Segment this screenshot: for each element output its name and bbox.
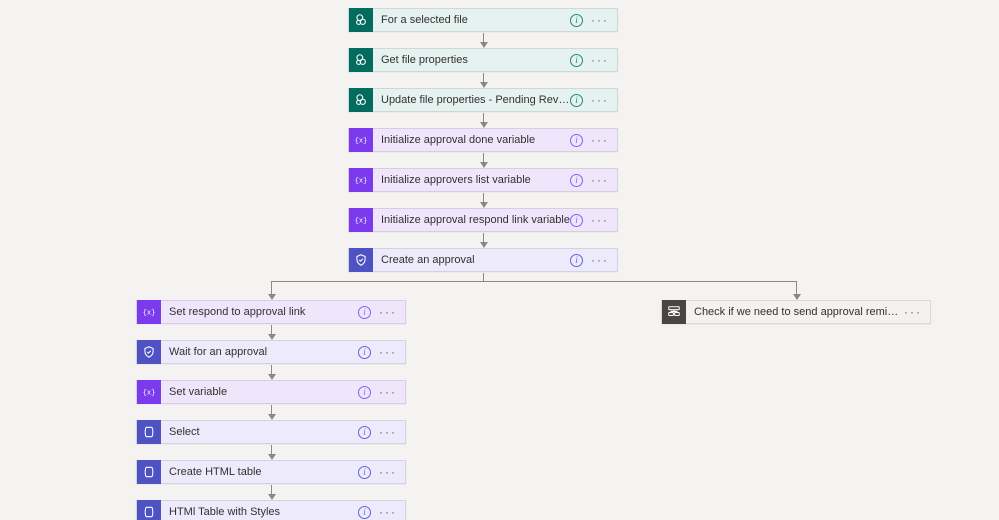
more-button[interactable]: ···: [591, 174, 609, 186]
info-icon[interactable]: i: [358, 386, 371, 399]
sharepoint-icon: [349, 8, 373, 32]
step-update-file-properties[interactable]: Update file properties - Pending Review …: [348, 88, 618, 112]
connector-arrow: [271, 365, 272, 375]
info-icon[interactable]: i: [570, 14, 583, 27]
connector-arrow: [483, 153, 484, 163]
dataops-icon: [137, 420, 161, 444]
more-button[interactable]: ···: [379, 426, 397, 438]
dataops-icon: [137, 460, 161, 484]
connector-arrow: [271, 325, 272, 335]
step-title: Wait for an approval: [161, 346, 358, 358]
step-create-an-approval[interactable]: Create an approval i ···: [348, 248, 618, 272]
step-title: Initialize approval respond link variabl…: [373, 214, 570, 226]
step-title: Initialize approval done variable: [373, 134, 570, 146]
connector-arrow: [796, 281, 797, 295]
more-button[interactable]: ···: [591, 14, 609, 26]
connector-arrow: [483, 233, 484, 243]
svg-text:{x}: {x}: [143, 309, 156, 317]
sharepoint-icon: [349, 48, 373, 72]
info-icon[interactable]: i: [358, 426, 371, 439]
variable-icon: {x}: [349, 168, 373, 192]
more-button[interactable]: ···: [591, 54, 609, 66]
more-button[interactable]: ···: [379, 466, 397, 478]
variable-icon: {x}: [137, 380, 161, 404]
info-icon[interactable]: i: [358, 346, 371, 359]
step-get-file-properties[interactable]: Get file properties i ···: [348, 48, 618, 72]
svg-text:{x}: {x}: [355, 217, 368, 225]
more-button[interactable]: ···: [591, 254, 609, 266]
step-create-html-table[interactable]: Create HTML table i ···: [136, 460, 406, 484]
info-icon[interactable]: i: [570, 54, 583, 67]
step-title: Set variable: [161, 386, 358, 398]
connector-arrow: [483, 113, 484, 123]
sharepoint-icon: [349, 88, 373, 112]
approvals-icon: [349, 248, 373, 272]
step-title: Check if we need to send approval remind…: [686, 306, 904, 318]
connector-arrow: [271, 445, 272, 455]
info-icon[interactable]: i: [570, 174, 583, 187]
approvals-icon: [137, 340, 161, 364]
info-icon[interactable]: i: [358, 466, 371, 479]
condition-icon: [662, 300, 686, 324]
step-html-table-with-styles[interactable]: HTMl Table with Styles i ···: [136, 500, 406, 520]
step-check-send-approval-reminders[interactable]: Check if we need to send approval remind…: [661, 300, 931, 324]
more-button[interactable]: ···: [379, 306, 397, 318]
svg-text:{x}: {x}: [355, 177, 368, 185]
svg-text:{x}: {x}: [143, 389, 156, 397]
more-button[interactable]: ···: [591, 214, 609, 226]
connector-arrow: [271, 405, 272, 415]
connector-line: [271, 281, 796, 282]
connector-arrow: [483, 33, 484, 43]
connector-arrow: [271, 281, 272, 295]
more-button[interactable]: ···: [591, 94, 609, 106]
more-button[interactable]: ···: [591, 134, 609, 146]
step-select[interactable]: Select i ···: [136, 420, 406, 444]
step-set-variable[interactable]: {x} Set variable i ···: [136, 380, 406, 404]
variable-icon: {x}: [137, 300, 161, 324]
step-title: HTMl Table with Styles: [161, 506, 358, 518]
more-button[interactable]: ···: [379, 506, 397, 518]
step-for-a-selected-file[interactable]: For a selected file i ···: [348, 8, 618, 32]
info-icon[interactable]: i: [570, 254, 583, 267]
step-initialize-approvers-list-variable[interactable]: {x} Initialize approvers list variable i…: [348, 168, 618, 192]
step-title: Initialize approvers list variable: [373, 174, 570, 186]
info-icon[interactable]: i: [570, 134, 583, 147]
more-button[interactable]: ···: [904, 306, 922, 318]
more-button[interactable]: ···: [379, 386, 397, 398]
step-title: Get file properties: [373, 54, 570, 66]
connector-arrow: [271, 485, 272, 495]
more-button[interactable]: ···: [379, 346, 397, 358]
step-title: Update file properties - Pending Review: [373, 94, 570, 106]
step-title: Create HTML table: [161, 466, 358, 478]
flow-canvas[interactable]: For a selected file i ··· Get file prope…: [0, 0, 999, 520]
info-icon[interactable]: i: [358, 506, 371, 519]
step-wait-for-an-approval[interactable]: Wait for an approval i ···: [136, 340, 406, 364]
step-title: Select: [161, 426, 358, 438]
step-set-respond-to-approval-link[interactable]: {x} Set respond to approval link i ···: [136, 300, 406, 324]
variable-icon: {x}: [349, 128, 373, 152]
info-icon[interactable]: i: [358, 306, 371, 319]
connector-arrow: [483, 73, 484, 83]
info-icon[interactable]: i: [570, 214, 583, 227]
step-title: Set respond to approval link: [161, 306, 358, 318]
step-initialize-approval-done-variable[interactable]: {x} Initialize approval done variable i …: [348, 128, 618, 152]
step-initialize-approval-respond-link-variable[interactable]: {x} Initialize approval respond link var…: [348, 208, 618, 232]
step-title: Create an approval: [373, 254, 570, 266]
connector-arrow: [483, 193, 484, 203]
step-title: For a selected file: [373, 14, 570, 26]
dataops-icon: [137, 500, 161, 520]
svg-text:{x}: {x}: [355, 137, 368, 145]
info-icon[interactable]: i: [570, 94, 583, 107]
variable-icon: {x}: [349, 208, 373, 232]
connector-line: [483, 273, 484, 281]
